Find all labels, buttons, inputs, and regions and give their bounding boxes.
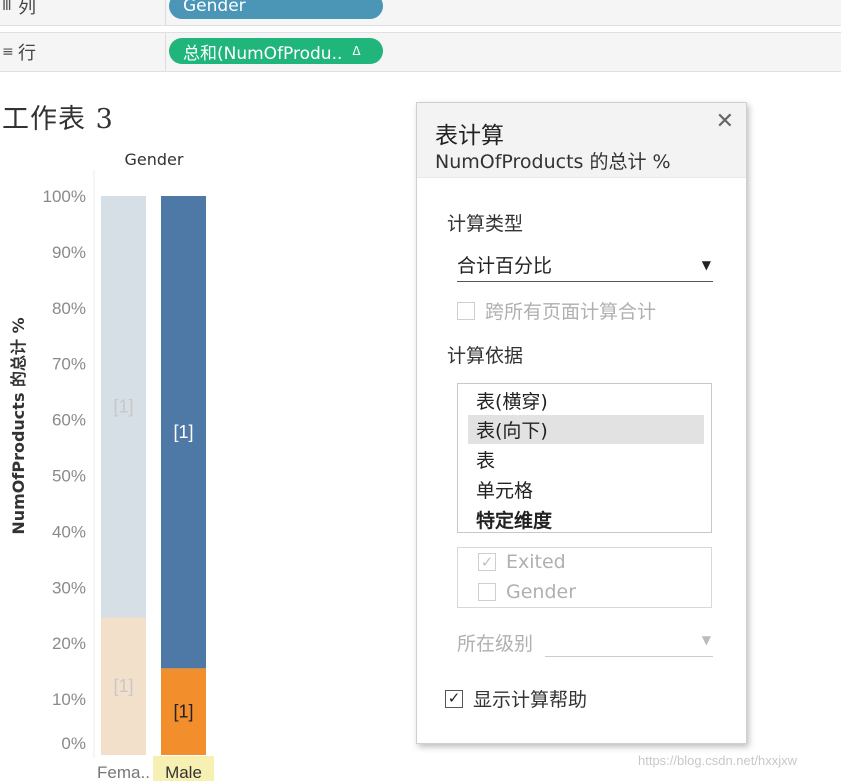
calc-type-label: 计算类型 — [447, 213, 524, 235]
compute-using-label: 计算依据 — [447, 345, 524, 367]
close-icon[interactable]: ✕ — [716, 109, 734, 134]
calc-type-select[interactable]: 合计百分比 ▼ — [457, 248, 713, 282]
dropdown-caret-icon: ▼ — [701, 257, 711, 272]
bar-data-label: [1] — [173, 422, 193, 442]
y-tick-label: 80% — [52, 299, 86, 318]
columns-label: 列 — [18, 0, 36, 18]
dimension-gender-checkbox[interactable] — [478, 583, 496, 601]
columns-icon: Ⅲ — [2, 0, 12, 14]
across-pages-checkbox[interactable] — [457, 301, 475, 320]
bar-data-label: [1] — [173, 702, 193, 722]
y-tick-label: 10% — [52, 690, 86, 709]
table-calculation-dialog: 表计算 NumOfProducts 的总计 % ✕ 计算类型 合计百分比 ▼ 跨… — [416, 102, 747, 744]
y-tick-label: 20% — [52, 634, 86, 653]
rows-icon: ≡ — [2, 44, 14, 60]
stacked-bar-chart: Gender NumOfProducts 的总计 % 0% 10% 20% 30% 40… — [9, 150, 214, 781]
level-select[interactable]: ▼ — [545, 623, 713, 657]
y-tick-label: 70% — [52, 355, 86, 374]
dimension-gender-label: Gender — [506, 581, 577, 603]
check-icon[interactable]: ✓ — [478, 553, 496, 571]
column-header: Gender — [125, 150, 184, 169]
dimension-gender[interactable]: Gender — [478, 581, 576, 603]
show-help-option[interactable]: ✓ 显示计算帮助 — [445, 685, 587, 712]
columns-shelf-label: Ⅲ 列 — [0, 0, 166, 25]
dimension-list: ✓ Exited Gender — [457, 547, 712, 608]
columns-shelf: Ⅲ 列 Gender — [0, 0, 841, 26]
option-specific-dimensions[interactable]: 特定维度 — [468, 505, 704, 534]
y-tick-label: 60% — [52, 411, 86, 430]
rows-shelf: ≡ 行 总和(NumOfProdu.. Δ — [0, 32, 841, 72]
dialog-header: 表计算 NumOfProducts 的总计 % ✕ — [417, 103, 746, 178]
gender-pill-label: Gender — [183, 0, 246, 16]
y-tick-label: 50% — [52, 467, 86, 486]
x-tick-label: Fema.. — [97, 763, 150, 781]
y-tick-label: 30% — [52, 578, 86, 597]
rows-label: 行 — [18, 43, 36, 64]
y-tick-label: 40% — [52, 522, 86, 541]
across-pages-option[interactable]: 跨所有页面计算合计 — [457, 297, 656, 324]
x-tick-label: Male — [165, 763, 202, 781]
dialog-subtitle: NumOfProducts 的总计 % — [435, 151, 671, 173]
gender-pill[interactable]: Gender — [169, 0, 383, 19]
compute-using-list: 表(横穿) 表(向下) 表 单元格 特定维度 — [457, 383, 712, 533]
check-icon[interactable]: ✓ — [445, 689, 463, 708]
show-help-label: 显示计算帮助 — [473, 689, 588, 711]
measure-pill-label: 总和(NumOfProdu.. — [183, 43, 343, 64]
y-tick-label: 100% — [43, 187, 86, 206]
option-cell[interactable]: 单元格 — [468, 475, 704, 504]
measure-pill[interactable]: 总和(NumOfProdu.. Δ — [169, 38, 383, 64]
option-table[interactable]: 表 — [468, 445, 704, 474]
dimension-exited-label: Exited — [506, 551, 566, 573]
bar-data-label: [1] — [113, 397, 133, 417]
watermark: https://blog.csdn.net/hxxjxw — [638, 753, 797, 768]
dimension-exited[interactable]: ✓ Exited — [478, 551, 566, 573]
y-tick-label: 0% — [61, 734, 86, 753]
y-tick-label: 90% — [52, 243, 86, 262]
across-pages-label: 跨所有页面计算合计 — [485, 301, 657, 323]
rows-shelf-label: ≡ 行 — [0, 33, 166, 71]
bar-data-label: [1] — [113, 676, 133, 696]
dropdown-caret-icon: ▼ — [701, 632, 711, 647]
y-axis-title: NumOfProducts 的总计 % — [9, 317, 28, 534]
level-label: 所在级别 — [457, 633, 534, 655]
option-table-down[interactable]: 表(向下) — [468, 415, 704, 444]
delta-icon: Δ — [352, 44, 361, 58]
option-table-across[interactable]: 表(横穿) — [468, 386, 704, 415]
calc-type-value: 合计百分比 — [457, 255, 553, 277]
sheet-title: 工作表 3 — [2, 104, 114, 135]
dialog-title: 表计算 — [435, 123, 504, 149]
